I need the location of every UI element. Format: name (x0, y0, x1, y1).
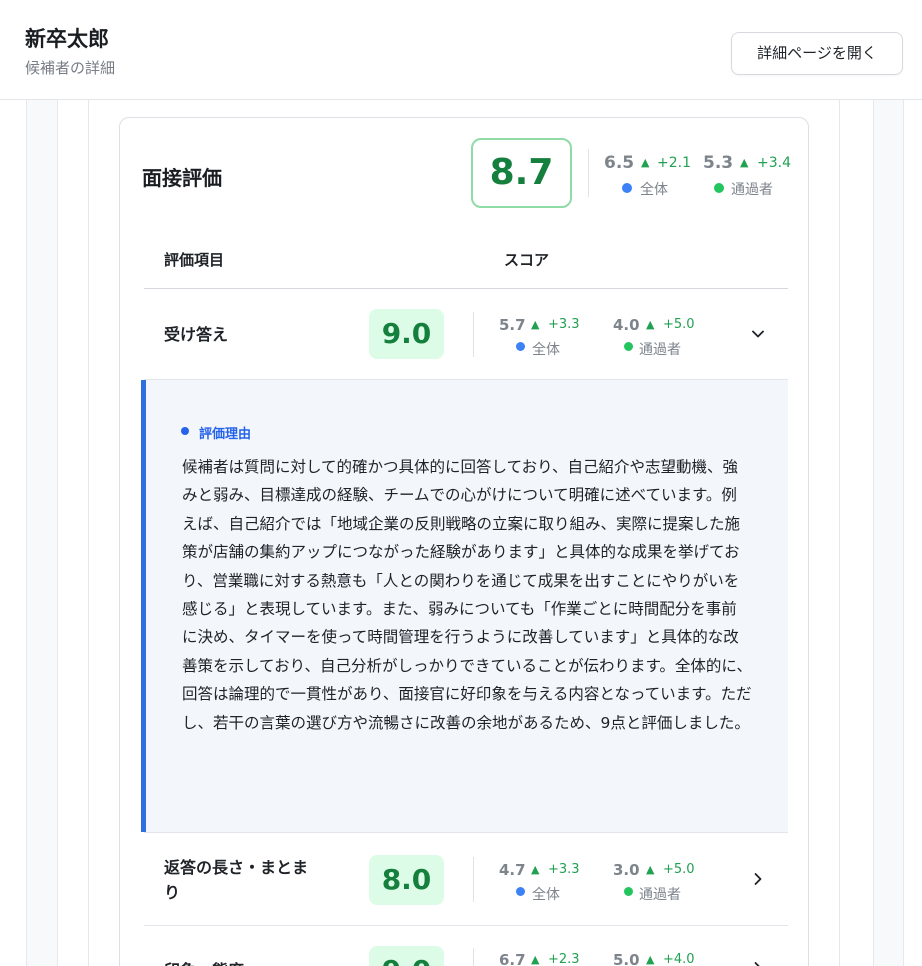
row-label: 受け答え (164, 325, 229, 344)
row-all-delta: +3.3 (548, 862, 580, 877)
divider (473, 857, 474, 902)
chevron-right-icon[interactable] (748, 869, 768, 889)
overall-pass-delta: +3.4 (757, 155, 791, 171)
card-title: 面接評価 (142, 166, 222, 190)
row-label: 返答の長さ・まとまり (164, 858, 309, 902)
row-pass-label: 通過者 (639, 887, 681, 903)
overall-all-value: 6.5 (604, 153, 635, 173)
overall-all-delta: +2.1 (657, 155, 691, 171)
page-subtitle: 候補者の詳細 (25, 59, 116, 77)
pass-legend-dot (624, 342, 633, 351)
trend-up-icon: ▲ (740, 156, 749, 169)
reason-bullet (181, 427, 189, 435)
divider (588, 149, 589, 197)
divider (473, 312, 474, 357)
all-legend-dot (622, 183, 632, 193)
row-score: 9.0 (369, 946, 444, 966)
row-pass-label: 通過者 (639, 342, 681, 358)
column-header-score: スコア (504, 251, 550, 269)
row-score: 8.0 (369, 855, 444, 905)
row-all-value: 4.7 (499, 861, 526, 879)
pass-legend-dot (714, 183, 724, 193)
row-all-delta: +3.3 (548, 317, 580, 332)
chevron-down-icon[interactable] (748, 324, 768, 344)
pass-legend-dot (624, 887, 633, 896)
row-all-value: 6.7 (499, 951, 526, 966)
header-divider (144, 288, 788, 289)
row-all-label: 全体 (532, 342, 560, 358)
row-pass-value: 5.0 (613, 951, 640, 966)
row-label: 印象・態度 (164, 958, 244, 966)
background-rail (26, 100, 58, 966)
background-rail (57, 100, 58, 966)
row-divider (144, 925, 788, 926)
row-pass-value: 3.0 (613, 861, 640, 879)
trend-up-icon: ▲ (531, 318, 540, 331)
trend-up-icon: ▲ (641, 156, 650, 169)
trend-up-icon: ▲ (531, 953, 540, 966)
open-detail-page-button[interactable]: 詳細ページを開く (731, 32, 903, 75)
column-header-item: 評価項目 (164, 251, 225, 269)
candidate-name: 新卒太郎 (25, 27, 109, 51)
overall-all-label: 全体 (640, 182, 668, 198)
background-rail (873, 100, 874, 966)
all-legend-dot (516, 342, 525, 351)
reason-text: 候補者は質問に対して的確かつ具体的に回答しており、自己紹介や志望動機、強みと弱み… (182, 458, 752, 732)
divider (473, 948, 474, 966)
trend-up-icon: ▲ (646, 863, 655, 876)
background-rail (903, 100, 904, 966)
overall-pass-label: 通過者 (731, 182, 773, 198)
row-all-label: 全体 (532, 887, 560, 903)
trend-up-icon: ▲ (646, 318, 655, 331)
row-divider (144, 832, 788, 833)
chevron-right-icon[interactable] (748, 958, 768, 966)
row-score: 9.0 (369, 309, 444, 359)
row-all-value: 5.7 (499, 316, 526, 334)
background-rail (873, 100, 903, 966)
overall-pass-value: 5.3 (703, 153, 734, 173)
trend-up-icon: ▲ (531, 863, 540, 876)
all-legend-dot (516, 887, 525, 896)
row-pass-delta: +5.0 (663, 862, 695, 877)
background-rail (26, 100, 27, 966)
row-pass-value: 4.0 (613, 316, 640, 334)
row-pass-delta: +5.0 (663, 317, 695, 332)
overall-score: 8.7 (471, 138, 572, 208)
reason-heading: 評価理由 (199, 427, 252, 442)
row-all-delta: +2.3 (548, 952, 580, 966)
trend-up-icon: ▲ (646, 953, 655, 966)
row-pass-delta: +4.0 (663, 952, 695, 966)
candidate-header: 新卒太郎 候補者の詳細 詳細ページを開く (0, 0, 922, 100)
